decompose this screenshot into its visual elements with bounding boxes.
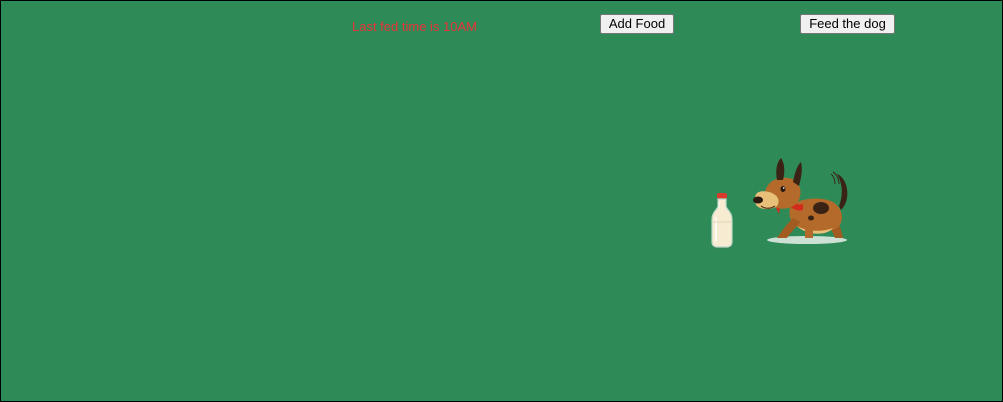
- milk-bottle-icon: [711, 193, 733, 249]
- last-fed-text: Last fed time is 10AM: [352, 19, 477, 34]
- add-food-button[interactable]: Add Food: [600, 14, 674, 34]
- feed-dog-button[interactable]: Feed the dog: [800, 14, 895, 34]
- dog-icon: [753, 158, 848, 244]
- game-canvas: Last fed time is 10AM Add Food Feed the …: [0, 0, 1003, 402]
